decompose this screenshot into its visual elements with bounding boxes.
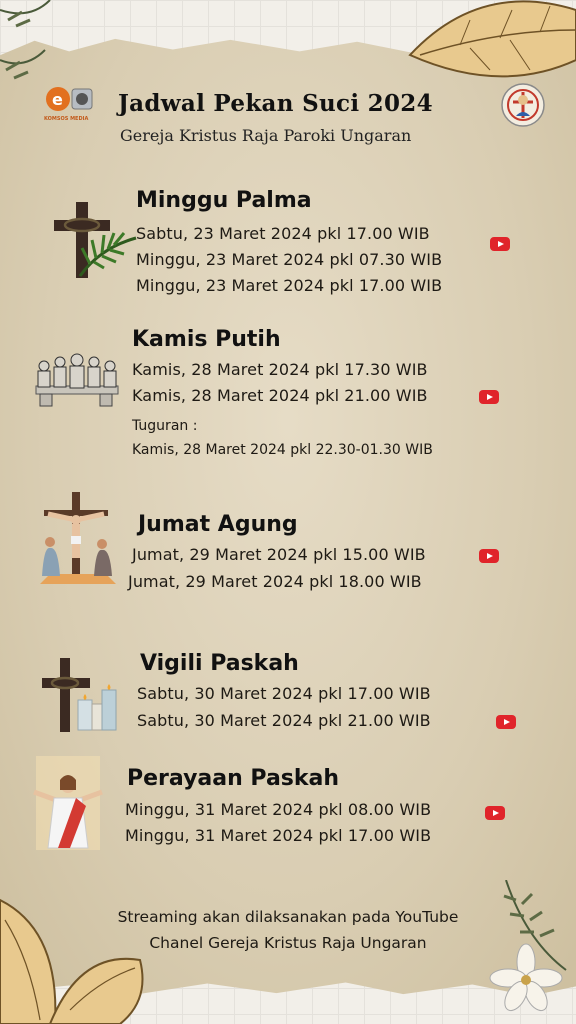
parish-emblem-icon: [501, 83, 545, 127]
page-title: Jadwal Pekan Suci 2024: [118, 90, 433, 117]
komsos-logo-icon: e: [46, 87, 93, 111]
section-title-perayaan-paskah: Perayaan Paskah: [127, 766, 340, 791]
section-title-jumat-agung: Jumat Agung: [138, 512, 298, 537]
komsos-logo: e KOMSOS MEDIA: [44, 84, 94, 124]
youtube-icon[interactable]: [485, 806, 505, 820]
risen-christ-icon: [33, 756, 103, 850]
footer-line-1: Streaming akan dilaksanakan pada YouTube: [117, 908, 459, 926]
youtube-icon[interactable]: [479, 390, 499, 404]
cross-candles-icon: [42, 658, 117, 732]
section-title-minggu-palma: Minggu Palma: [136, 188, 312, 213]
youtube-icon[interactable]: [479, 549, 499, 563]
tuguran-label: Tuguran :: [132, 418, 198, 434]
komsos-logo-text: KOMSOS MEDIA: [44, 116, 89, 122]
schedule-line: Sabtu, 30 Maret 2024 pkl 21.00 WIB: [137, 711, 431, 730]
schedule-line: Sabtu, 23 Maret 2024 pkl 17.00 WIB: [136, 224, 430, 243]
schedule-line: Jumat, 29 Maret 2024 pkl 18.00 WIB: [128, 572, 422, 591]
schedule-line: Minggu, 31 Maret 2024 pkl 08.00 WIB: [125, 800, 432, 819]
section-title-vigili-paskah: Vigili Paskah: [140, 651, 299, 676]
youtube-icon[interactable]: [490, 237, 510, 251]
crucifixion-icon: [40, 492, 116, 584]
cross-palm-icon: [54, 202, 137, 278]
schedule-line: Minggu, 31 Maret 2024 pkl 17.00 WIB: [125, 826, 432, 845]
tuguran-schedule-line: Kamis, 28 Maret 2024 pkl 22.30-01.30 WIB: [132, 442, 433, 458]
schedule-line: Sabtu, 30 Maret 2024 pkl 17.00 WIB: [137, 684, 431, 703]
schedule-line: Minggu, 23 Maret 2024 pkl 07.30 WIB: [136, 250, 443, 269]
last-supper-icon: [35, 353, 119, 407]
section-title-kamis-putih: Kamis Putih: [132, 327, 281, 352]
youtube-icon[interactable]: [496, 715, 516, 729]
schedule-line: Kamis, 28 Maret 2024 pkl 17.30 WIB: [132, 360, 428, 379]
flower-decoration-bottom-right-icon: [489, 880, 567, 1012]
leaf-decoration-top-right-icon: [408, 0, 576, 78]
footer-line-2: Chanel Gereja Kristus Raja Ungaran: [149, 934, 427, 952]
schedule-line: Jumat, 29 Maret 2024 pkl 15.00 WIB: [132, 545, 426, 564]
schedule-line: Minggu, 23 Maret 2024 pkl 17.00 WIB: [136, 276, 443, 295]
schedule-line: Kamis, 28 Maret 2024 pkl 21.00 WIB: [132, 386, 428, 405]
svg-text:e: e: [52, 90, 63, 109]
page-subtitle: Gereja Kristus Raja Paroki Ungaran: [120, 126, 412, 145]
